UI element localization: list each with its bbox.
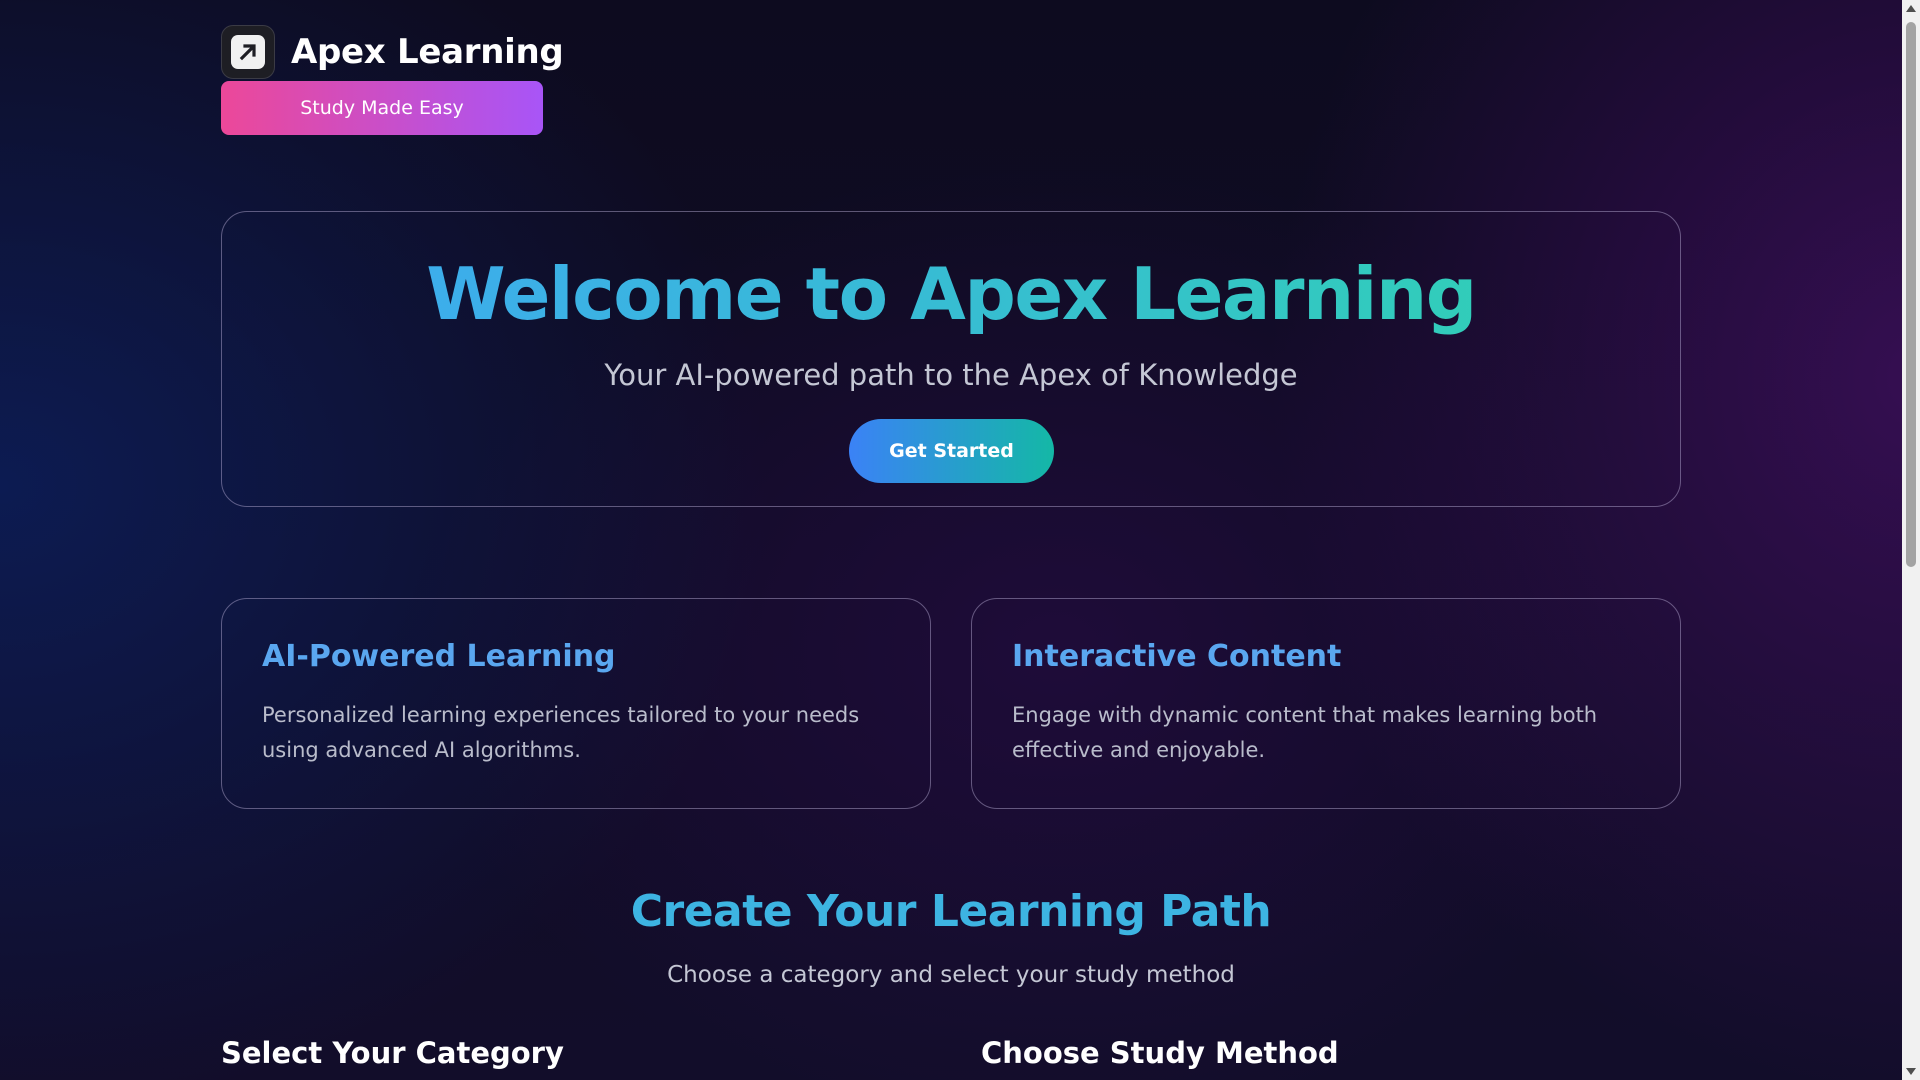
feature-description: Engage with dynamic content that makes l… [1012,703,1598,762]
category-heading: Select Your Category [221,1036,564,1070]
tagline-badge: Study Made Easy [221,81,543,135]
study-method-heading: Choose Study Method [981,1036,1339,1070]
learning-path-title: Create Your Learning Path [630,886,1272,937]
feature-card-ai-powered: AI-Powered Learning Personalized learnin… [221,598,931,809]
feature-title: Interactive Content [1012,639,1342,674]
arrow-up-right-icon [231,35,265,69]
feature-description: Personalized learning experiences tailor… [262,703,860,762]
scroll-down-arrow-icon[interactable] [1906,1068,1916,1075]
hero-card: Welcome to Apex Learning Your AI-powered… [221,211,1681,507]
scrollbar-thumb[interactable] [1906,22,1916,567]
page: Apex Learning Study Made Easy Welcome to… [0,0,1902,1080]
get-started-button[interactable]: Get Started [849,419,1054,483]
scroll-up-arrow-icon[interactable] [1906,5,1916,12]
brand-name: Apex Learning [291,32,564,72]
vertical-scrollbar[interactable] [1902,0,1920,1080]
feature-card-interactive-content: Interactive Content Engage with dynamic … [971,598,1681,809]
learning-path-subtitle: Choose a category and select your study … [667,962,1235,988]
brand[interactable]: Apex Learning [221,25,564,79]
feature-title: AI-Powered Learning [262,639,616,674]
logo [221,25,275,79]
hero-subtitle: Your AI-powered path to the Apex of Know… [604,358,1298,392]
hero-title: Welcome to Apex Learning [222,252,1680,336]
